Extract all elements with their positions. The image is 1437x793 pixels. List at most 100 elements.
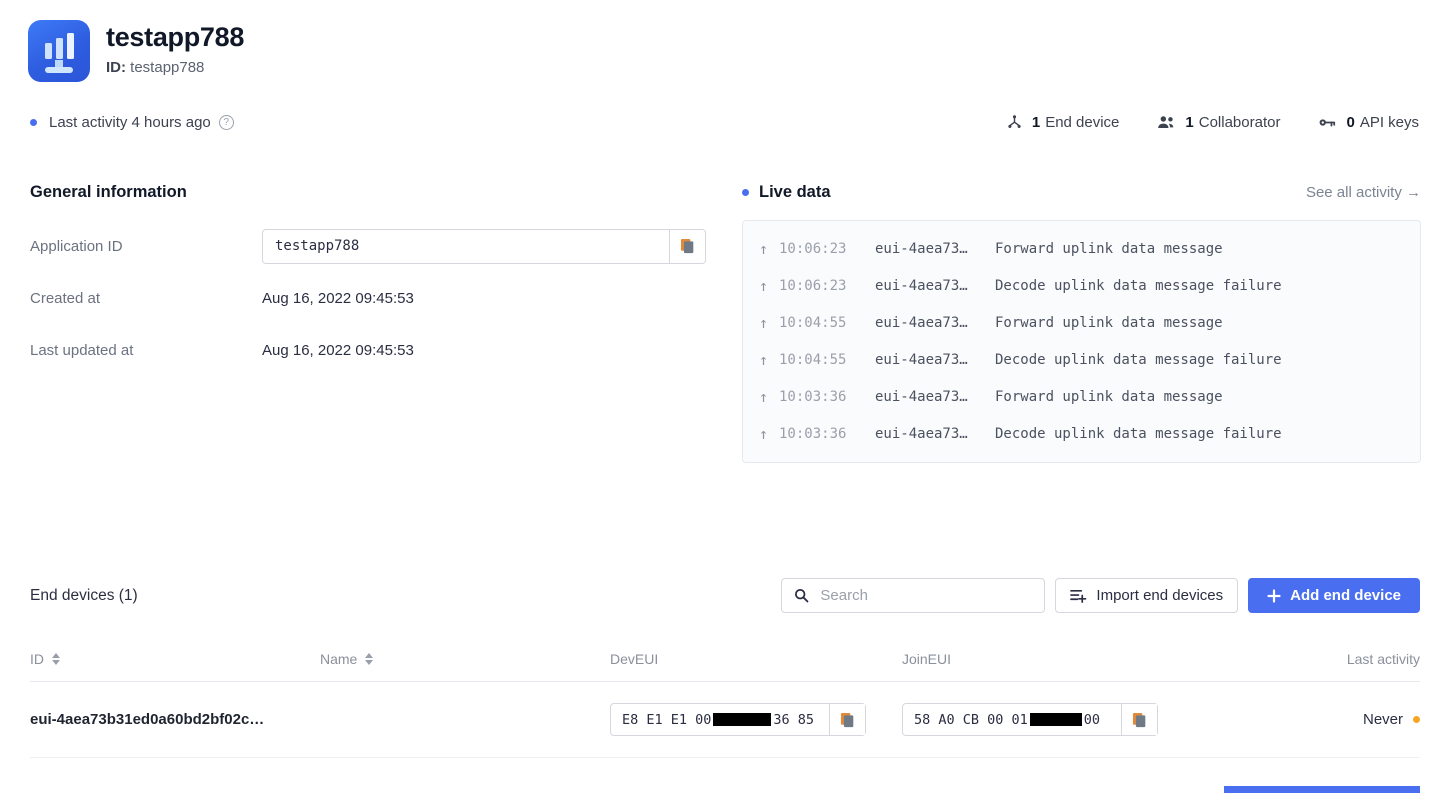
general-information-title: General information — [30, 183, 187, 201]
stat-collaborators-count: 1 — [1185, 114, 1194, 131]
created-at-label: Created at — [30, 289, 101, 307]
application-id-field[interactable]: testapp788 — [262, 228, 706, 264]
stat-end-devices[interactable]: 1 End device — [1006, 114, 1120, 131]
copy-deveui-button[interactable] — [829, 704, 865, 735]
end-devices-section: End devices (1) Search Import end device… — [30, 578, 1420, 758]
sort-toggle-icon[interactable] — [365, 653, 374, 665]
live-data-title-block: Live data — [742, 183, 831, 202]
joineui-field[interactable]: 58 A0 CB 00 01 00 — [902, 703, 1158, 736]
pagination-bar — [30, 786, 1420, 793]
meta-row: Last activity 4 hours ago ? 1 End device — [0, 114, 1437, 131]
deveui-field[interactable]: E8 E1 E1 00 36 85 — [610, 703, 866, 736]
application-monitor-chart-icon — [28, 20, 90, 82]
end-devices-toolbar: End devices (1) Search Import end device… — [30, 578, 1420, 613]
see-all-activity-link[interactable]: See all activity → — [1306, 184, 1421, 201]
column-header-joineui: JoinEUI — [902, 651, 952, 667]
device-last-activity: Never — [1262, 711, 1420, 728]
help-icon[interactable]: ? — [218, 115, 234, 130]
copy-application-id-button[interactable] — [669, 229, 705, 263]
deveui-prefix: E8 E1 E1 00 — [622, 711, 712, 728]
end-device-icon — [1008, 115, 1021, 128]
stat-api-keys-label: API keys — [1359, 114, 1419, 131]
live-row-time: 10:03:36 — [779, 425, 847, 442]
search-placeholder: Search — [820, 587, 868, 604]
copy-icon — [840, 712, 854, 727]
app-id-label: ID: — [106, 59, 126, 76]
application-overview-page: testapp788 ID: testapp788 Last activity … — [0, 0, 1437, 793]
column-header-id[interactable]: ID — [30, 651, 320, 667]
stat-end-devices-count: 1 — [1031, 114, 1041, 131]
column-header-last-activity: Last activity — [1346, 651, 1420, 667]
live-data-row[interactable]: ↑ 10:03:36 eui-4aea73… Forward uplink da… — [743, 378, 1420, 415]
device-id: eui-4aea73b31ed0a60bd2bf02c… — [30, 711, 265, 728]
page-title: testapp788 — [106, 22, 245, 52]
app-id-line: ID: testapp788 — [106, 59, 244, 76]
live-row-device: eui-4aea73… — [875, 277, 968, 294]
live-row-time: 10:04:55 — [779, 351, 847, 368]
live-row-device: eui-4aea73… — [875, 314, 968, 331]
deveui-suffix: 36 85 — [773, 711, 815, 728]
api-key-icon — [1320, 119, 1336, 127]
live-data-row[interactable]: ↑ 10:04:55 eui-4aea73… Forward uplink da… — [743, 304, 1420, 341]
sort-toggle-icon[interactable] — [52, 653, 60, 665]
live-row-message: Decode uplink data message failure — [995, 351, 1282, 368]
live-data-row[interactable]: ↑ 10:04:55 eui-4aea73… Decode uplink dat… — [743, 341, 1420, 378]
table-row[interactable]: eui-4aea73b31ed0a60bd2bf02c… E8 E1 E1 00… — [30, 682, 1420, 758]
column-header-id-label: ID — [30, 651, 44, 667]
live-row-time: 10:06:23 — [779, 277, 847, 294]
deveui-redaction-bar — [713, 713, 772, 726]
live-data-row[interactable]: ↑ 10:06:23 eui-4aea73… Decode uplink dat… — [743, 267, 1420, 304]
app-id-value: testapp788 — [130, 59, 205, 76]
uplink-arrow-icon: ↑ — [759, 313, 769, 332]
live-data-title: Live data — [759, 183, 831, 201]
end-devices-title: End devices (1) — [30, 586, 138, 604]
add-end-device-button[interactable]: Add end device — [1248, 578, 1420, 613]
general-information-section: General information Application ID testa… — [30, 183, 730, 463]
stat-end-devices-label: End device — [1045, 114, 1120, 131]
live-row-time: 10:04:55 — [779, 314, 847, 331]
created-at-row: Created at Aug 16, 2022 09:45:53 — [30, 276, 730, 320]
last-activity-label: Last activity 4 hours ago — [49, 114, 211, 131]
app-header: testapp788 ID: testapp788 — [0, 0, 1437, 82]
joineui-value: 58 A0 CB 00 01 00 — [903, 704, 1121, 735]
live-status-dot-icon — [742, 189, 749, 196]
last-updated-row: Last updated at Aug 16, 2022 09:45:53 — [30, 328, 730, 372]
table-header-row: ID Name DevEUI JoinEUI Last activity — [30, 651, 1420, 682]
live-row-device: eui-4aea73… — [875, 425, 968, 442]
live-data-panel: ↑ 10:06:23 eui-4aea73… Forward uplink da… — [742, 220, 1421, 463]
end-devices-actions: Search Import end devices Add end device — [781, 578, 1420, 613]
main-columns: General information Application ID testa… — [0, 183, 1437, 463]
live-row-device: eui-4aea73… — [875, 240, 968, 257]
stat-collaborators[interactable]: 1 Collaborator — [1157, 114, 1280, 131]
column-header-deveui: DevEUI — [610, 651, 659, 667]
live-row-device: eui-4aea73… — [875, 351, 968, 368]
copy-icon — [1132, 712, 1146, 727]
joineui-redaction-bar — [1029, 713, 1082, 726]
pagination-active-page-button[interactable] — [1224, 786, 1420, 793]
joineui-prefix: 58 A0 CB 00 01 — [914, 711, 1028, 728]
uplink-arrow-icon: ↑ — [759, 239, 769, 258]
general-information-grid: Application ID testapp788 Created at Aug… — [30, 224, 730, 372]
created-at-value: Aug 16, 2022 09:45:53 — [262, 289, 414, 307]
uplink-arrow-icon: ↑ — [759, 350, 769, 369]
device-last-activity-label: Never — [1362, 711, 1403, 728]
application-id-row: Application ID testapp788 — [30, 224, 730, 268]
copy-joineui-button[interactable] — [1121, 704, 1157, 735]
last-updated-value: Aug 16, 2022 09:45:53 — [262, 341, 414, 359]
add-end-device-label: Add end device — [1290, 587, 1401, 604]
collaborators-icon — [1158, 116, 1174, 129]
last-activity-status-dot-icon — [1413, 716, 1420, 723]
live-data-header: Live data See all activity → — [742, 183, 1421, 202]
live-data-row[interactable]: ↑ 10:03:36 eui-4aea73… Decode uplink dat… — [743, 415, 1420, 452]
live-data-row[interactable]: ↑ 10:06:23 eui-4aea73… Forward uplink da… — [743, 230, 1420, 267]
live-data-section: Live data See all activity → ↑ 10:06:23 … — [742, 183, 1421, 463]
stat-api-keys-count: 0 — [1346, 114, 1355, 131]
column-header-name[interactable]: Name — [320, 651, 610, 667]
import-end-devices-label: Import end devices — [1096, 587, 1224, 604]
search-input[interactable]: Search — [781, 578, 1046, 613]
import-end-devices-button[interactable]: Import end devices — [1055, 578, 1239, 613]
stat-collaborators-label: Collaborator — [1198, 114, 1281, 131]
stat-api-keys[interactable]: 0 API keys — [1318, 114, 1419, 131]
application-id-value: testapp788 — [275, 238, 360, 254]
live-row-message: Decode uplink data message failure — [995, 425, 1282, 442]
